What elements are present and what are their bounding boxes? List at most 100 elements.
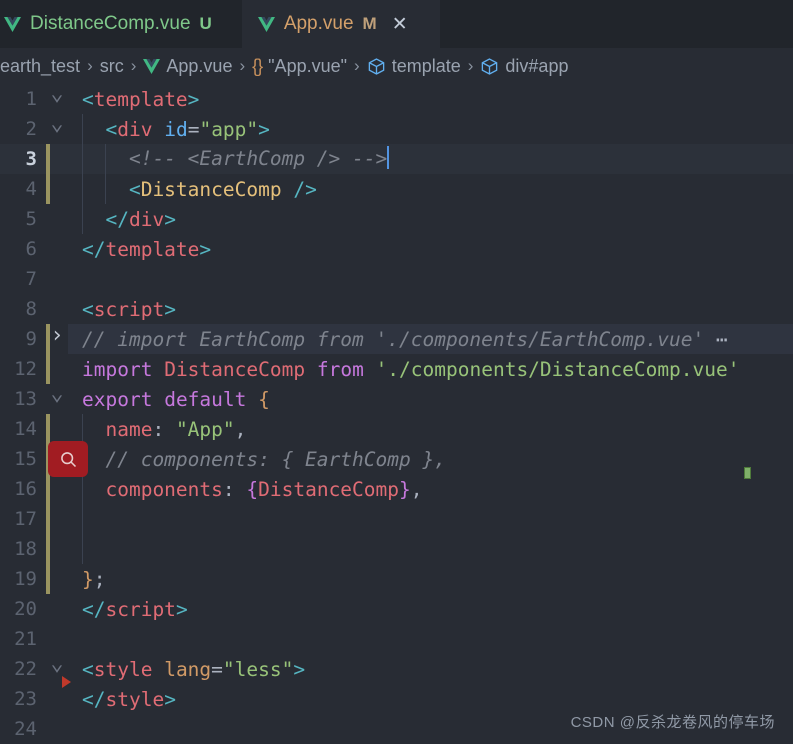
code-line-content[interactable]: <style lang="less">	[68, 654, 793, 684]
code-line[interactable]: 19};	[0, 564, 793, 594]
line-number: 6	[25, 238, 37, 260]
modified-line-indicator	[46, 414, 50, 594]
code-line[interactable]: 8 <script>	[0, 294, 793, 324]
chevron-down-icon[interactable]	[46, 118, 68, 140]
code-editor[interactable]: 1<template>2 <div id="app">3 <!-- <Earth…	[0, 84, 793, 744]
code-line-content[interactable]: </div>	[68, 204, 793, 234]
editor-tab-app-vue[interactable]: App.vue M ✕	[241, 0, 440, 48]
code-tokens: // components: { EarthComp },	[82, 447, 446, 471]
line-number: 9	[25, 328, 37, 350]
indent-guide	[82, 534, 83, 564]
collapsed-marker-icon[interactable]	[62, 676, 71, 688]
editor-tab-bar: DistanceComp.vue U App.vue M ✕	[0, 0, 793, 48]
code-tokens: // import EarthComp from './components/E…	[82, 327, 728, 351]
code-line[interactable]: 18	[0, 534, 793, 564]
chevron-down-icon[interactable]	[46, 88, 68, 110]
indent-guide	[82, 174, 83, 204]
code-tokens: <style lang="less">	[82, 657, 306, 681]
code-line-content[interactable]	[68, 534, 793, 564]
line-number: 3	[25, 148, 37, 170]
chevron-down-icon[interactable]	[46, 388, 68, 410]
indent-guide	[82, 204, 83, 234]
code-line[interactable]: 9 // import EarthComp from './components/…	[0, 324, 793, 354]
breadcrumb-item-label: earth_test	[0, 55, 81, 76]
line-number: 7	[25, 268, 37, 290]
vue-file-icon	[4, 16, 21, 32]
code-line[interactable]: 1 <template>	[0, 84, 793, 114]
line-number: 12	[14, 358, 37, 380]
code-line-content[interactable]: import DistanceComp from './components/D…	[68, 354, 793, 384]
tab-label: DistanceComp.vue	[30, 13, 191, 34]
indent-guide	[105, 144, 106, 174]
code-line-content[interactable]: <DistanceComp />	[68, 174, 793, 204]
code-line-content[interactable]: <!-- <EarthComp /> -->	[68, 144, 793, 174]
breadcrumb-separator: ›	[87, 56, 93, 75]
breadcrumb-separator: ›	[467, 56, 474, 75]
line-number: 22	[14, 658, 37, 680]
code-line-content[interactable]: </style>	[68, 684, 793, 714]
indent-guide	[82, 414, 83, 444]
modified-line-indicator	[46, 324, 50, 384]
line-number: 8	[25, 298, 37, 320]
line-number: 18	[14, 538, 37, 560]
code-line[interactable]: 17	[0, 504, 793, 534]
code-line-content[interactable]: export default {	[68, 384, 793, 414]
code-line-content[interactable]	[68, 624, 793, 654]
close-icon[interactable]: ✕	[392, 15, 408, 34]
indent-guide	[82, 144, 83, 174]
code-tokens: <!-- <EarthComp /> -->	[82, 146, 390, 170]
line-number: 15	[14, 448, 37, 470]
code-line[interactable]: 6 </template>	[0, 234, 793, 264]
code-line-content[interactable]: <div id="app">	[68, 114, 793, 144]
breadcrumb-item-template[interactable]: template	[367, 56, 461, 77]
code-line-content[interactable]: <template>	[68, 84, 793, 114]
code-tokens: import DistanceComp from './components/D…	[82, 357, 740, 381]
tab-label: App.vue	[283, 13, 354, 34]
code-line-content[interactable]: };	[68, 564, 793, 594]
code-line[interactable]: 22 <style lang="less">	[0, 654, 793, 684]
breadcrumb-item-app-vue[interactable]: {} "App.vue"	[252, 56, 347, 77]
code-tokens: </style>	[82, 687, 176, 711]
code-tokens: <template>	[82, 87, 200, 111]
breadcrumb-item-divapp[interactable]: div#app	[480, 56, 568, 77]
code-line-content[interactable]: components: {DistanceComp},	[68, 474, 793, 504]
tab-status-badge: U	[199, 14, 212, 33]
code-line[interactable]: 21	[0, 624, 793, 654]
breadcrumb-item-label: App.vue	[166, 55, 233, 76]
code-line-content[interactable]	[68, 504, 793, 534]
code-line[interactable]: 20 </script>	[0, 594, 793, 624]
line-number: 16	[14, 478, 37, 500]
code-tokens: </template>	[82, 237, 212, 261]
search-icon[interactable]	[48, 441, 88, 477]
code-line[interactable]: 2 <div id="app">	[0, 114, 793, 144]
code-line[interactable]: 12 import DistanceComp from './components…	[0, 354, 793, 384]
code-line[interactable]: 23 </style>	[0, 684, 793, 714]
code-tokens: export default {	[82, 387, 270, 411]
line-number: 2	[25, 118, 37, 140]
code-line[interactable]: 13 export default {	[0, 384, 793, 414]
breadcrumb-item-app-vue[interactable]: App.vue	[143, 56, 232, 77]
minimap-change-marker[interactable]	[744, 467, 751, 479]
code-line[interactable]: 4 <DistanceComp />	[0, 174, 793, 204]
vue-file-icon	[143, 58, 161, 74]
code-line[interactable]: 3 <!-- <EarthComp /> -->	[0, 144, 793, 174]
line-number: 13	[14, 388, 37, 410]
code-line[interactable]: 5 </div>	[0, 204, 793, 234]
code-line-content[interactable]: <script>	[68, 294, 793, 324]
code-line[interactable]: 7	[0, 264, 793, 294]
code-line-content[interactable]: // import EarthComp from './components/E…	[68, 324, 793, 354]
code-tokens: components: {DistanceComp},	[82, 477, 423, 501]
code-line-content[interactable]	[68, 264, 793, 294]
braces-icon: {}	[252, 55, 263, 76]
editor-tab-distancecomp-vue[interactable]: DistanceComp.vue U	[0, 0, 242, 48]
breadcrumb-separator: ›	[239, 56, 246, 75]
breadcrumb-item-earth-test[interactable]: earth_test	[0, 56, 80, 77]
code-line[interactable]: 15 // components: { EarthComp },	[0, 444, 793, 474]
code-line[interactable]: 14 name: "App",	[0, 414, 793, 444]
code-line-content[interactable]: </script>	[68, 594, 793, 624]
code-line[interactable]: 16 components: {DistanceComp},	[0, 474, 793, 504]
breadcrumb-item-src[interactable]: src	[100, 56, 124, 77]
code-line-content[interactable]: name: "App",	[68, 414, 793, 444]
code-line-content[interactable]: // components: { EarthComp },	[68, 444, 793, 474]
code-line-content[interactable]: </template>	[68, 234, 793, 264]
